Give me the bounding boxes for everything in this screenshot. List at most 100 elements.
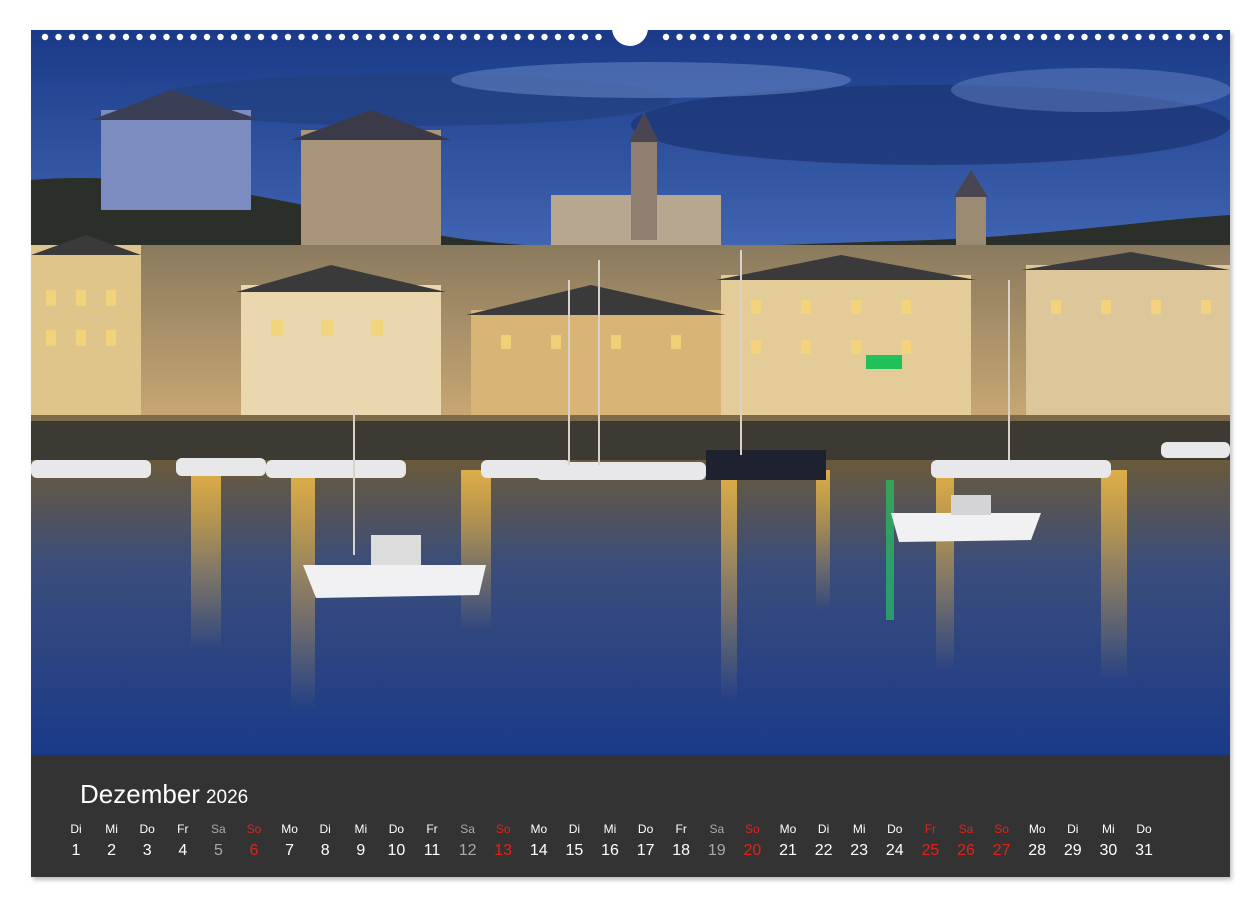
binding-hole [1081,33,1088,41]
binding-hole [55,33,62,41]
binding-hole [743,33,751,41]
binding-hole [797,33,805,41]
day-number: 29 [1063,842,1082,859]
binding-hole [770,33,778,41]
binding-hole [68,33,76,41]
binding-hole [919,33,926,41]
day-number: 24 [885,842,904,859]
binding-hole [716,33,724,41]
binding-hole [1067,33,1075,41]
binding-hole [811,33,818,41]
binding-hole [946,33,953,41]
day-number: 5 [213,842,223,859]
binding-hole [433,33,440,41]
day-number: 9 [356,842,366,859]
binding-hole [1135,33,1142,41]
weekday-row: Di Mi Do Fr Sa So Mo Di Mi Do Fr Sa So Mo Di Mi Do Fr Sa So… [31,819,1230,839]
calendar-title: Dezember 2026 [80,779,248,811]
day-number: 20 [743,842,762,859]
day-number: 23 [850,842,869,859]
weekday-label: Mo [281,822,298,836]
day-number: 15 [565,842,584,859]
binding-hole [257,33,265,41]
binding-hole [217,33,224,41]
binding-hole [1027,33,1034,41]
binding-hole [109,33,116,41]
binding-hole [1202,33,1210,41]
weekday-label: Di [319,822,331,836]
binding-hole [851,33,859,41]
day-number: 27 [992,842,1011,859]
binding-hole [1040,33,1048,41]
binding-hole [230,33,238,41]
day-number: 21 [779,842,797,859]
binding-hole [784,33,791,41]
day-number: 18 [672,842,691,859]
binding-hole [136,33,143,41]
binding-hole [595,33,602,41]
day-number: 25 [921,842,940,859]
binding-hole [824,33,832,41]
binding-hole [311,33,319,41]
binding-hole [392,33,400,41]
weekday-label: Mi [354,822,368,836]
binding-hole [757,33,764,41]
binding-hole [1121,33,1129,41]
binding-hole [689,33,697,41]
binding-hole [703,33,710,41]
day-number: 17 [636,842,655,859]
binding-hole [325,33,332,41]
binding-hole [973,33,980,41]
binding-hole [568,33,575,41]
binding-hole [1000,33,1007,41]
day-number: 10 [387,842,406,859]
weekday-label: Do [637,822,654,836]
day-number: 6 [249,842,259,859]
binding-hole [82,33,89,41]
month-name: Dezember [80,779,200,809]
binding-hole [527,33,535,41]
binding-hole [365,33,373,41]
day-number: 13 [494,842,513,859]
weekday-label: Di [1067,822,1079,836]
binding-hole [1094,33,1102,41]
day-number: 12 [458,842,477,859]
binding-hole [1108,33,1115,41]
binding-hole [581,33,589,41]
binding-hole [338,33,346,41]
binding-hole [1054,33,1061,41]
binding-hole [1162,33,1169,41]
binding-hole [932,33,940,41]
weekday-label: Di [817,822,830,836]
weekday-label: Fr [675,822,687,836]
day-number: 19 [707,842,726,859]
year-label: 2026 [205,787,249,808]
day-number: 30 [1099,842,1118,859]
weekday-label: Do [139,822,155,836]
weekday-label: Di [70,822,82,836]
binding-hole [905,33,913,41]
weekday-label: So [495,822,511,836]
binding-hole [554,33,562,41]
binding-hole [95,33,103,41]
binding-hole [676,33,683,41]
binding-hole [1148,33,1156,41]
binding-hole [473,33,481,41]
weekday-label: Sa [460,822,475,836]
binding-hole [244,33,251,41]
weekday-label: Mi [852,822,866,836]
binding-hole [41,33,49,41]
day-number: 8 [320,842,330,859]
weekday-label: So [994,822,1009,836]
weekday-label: Mi [105,822,118,836]
binding-hole [514,33,521,41]
binding-hole [352,33,359,41]
binding-hole [1216,33,1223,41]
weekday-label: Sa [709,822,725,836]
calendar-page: Dezember 2026 Di Mi Do Fr Sa So Mo Di Mi Do Fr Sa So… [0,0,1260,908]
day-number: 22 [814,842,833,859]
binding-hole [838,33,845,41]
binding-hole [163,33,170,41]
binding-hole [730,33,737,41]
day-number: 11 [423,842,441,859]
